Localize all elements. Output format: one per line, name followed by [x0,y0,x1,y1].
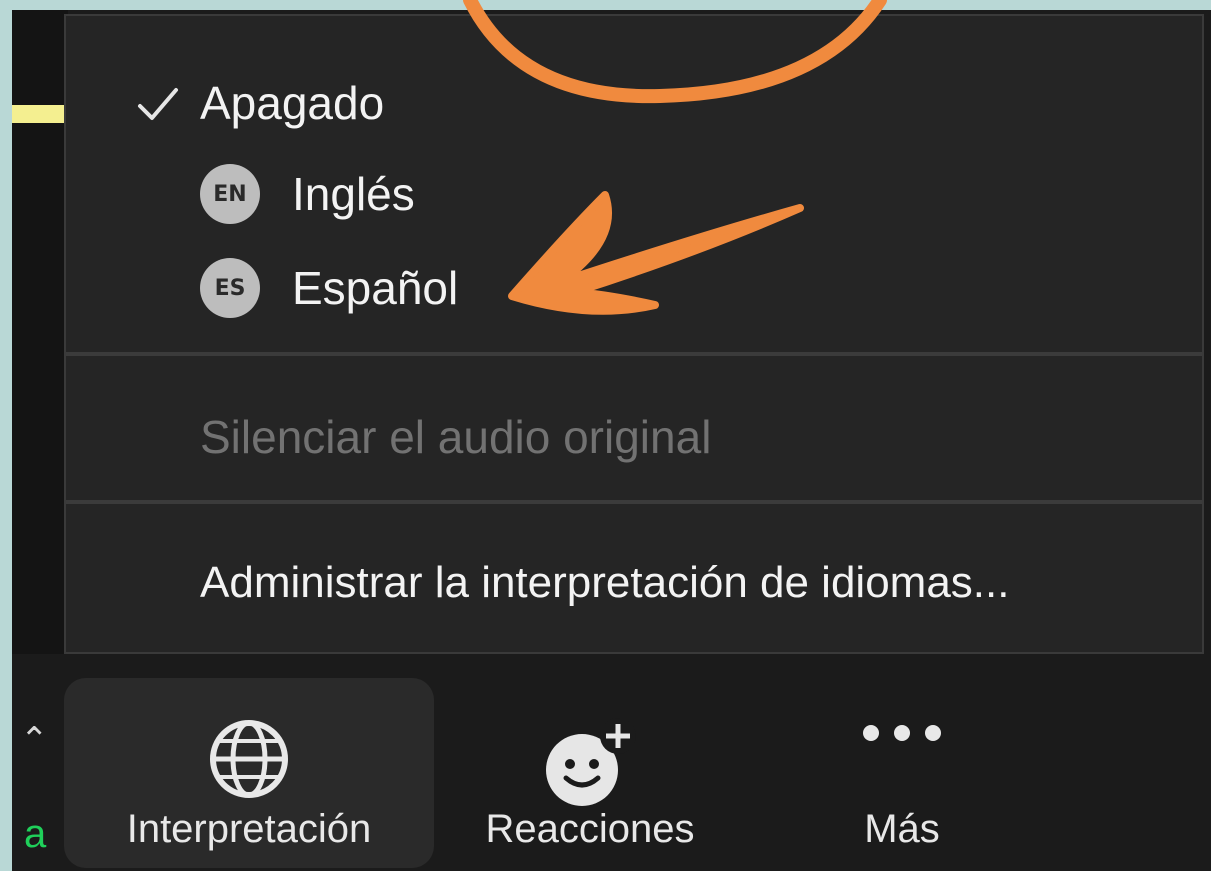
more-button[interactable]: Más [792,678,1012,868]
interpretation-label: Interpretación [126,807,372,851]
language-badge-icon: ES [200,258,260,318]
window-frame-left [0,0,12,871]
menu-item-english-label: Inglés [292,168,415,220]
manage-interpretation-label: Administrar la interpretación de idiomas… [200,558,1010,607]
window-frame-top [0,0,1211,10]
manage-interpretation-item[interactable]: Administrar la interpretación de idiomas… [200,558,1009,608]
emoji-plus-icon [546,718,636,806]
menu-item-spanish[interactable]: ES Español [200,258,458,318]
interpretation-button[interactable]: Interpretación [64,678,434,868]
mute-original-audio-label: Silenciar el audio original [200,411,712,463]
globe-icon [210,720,288,798]
speaker-highlight-strip [12,105,68,123]
menu-divider [66,352,1202,356]
more-label: Más [864,807,940,851]
menu-item-off[interactable]: Apagado [200,76,384,130]
mute-original-audio-item: Silenciar el audio original [200,410,711,464]
check-icon [138,88,178,120]
more-icon [863,725,941,741]
chevron-up-icon[interactable]: ⌃ [20,720,49,760]
menu-item-english[interactable]: EN Inglés [200,164,415,224]
menu-item-off-label: Apagado [200,77,385,129]
reactions-label: Reacciones [485,807,695,851]
meeting-toolbar: ⌃ a Interpretación Reacciones Más [12,654,1211,871]
partial-toolbar-label: a [24,812,47,856]
menu-divider [66,500,1202,504]
language-badge-icon: EN [200,164,260,224]
menu-item-spanish-label: Español [292,262,459,314]
interpretation-menu: Apagado EN Inglés ES Español Silenciar e… [64,14,1204,654]
reactions-button[interactable]: Reacciones [450,678,730,868]
